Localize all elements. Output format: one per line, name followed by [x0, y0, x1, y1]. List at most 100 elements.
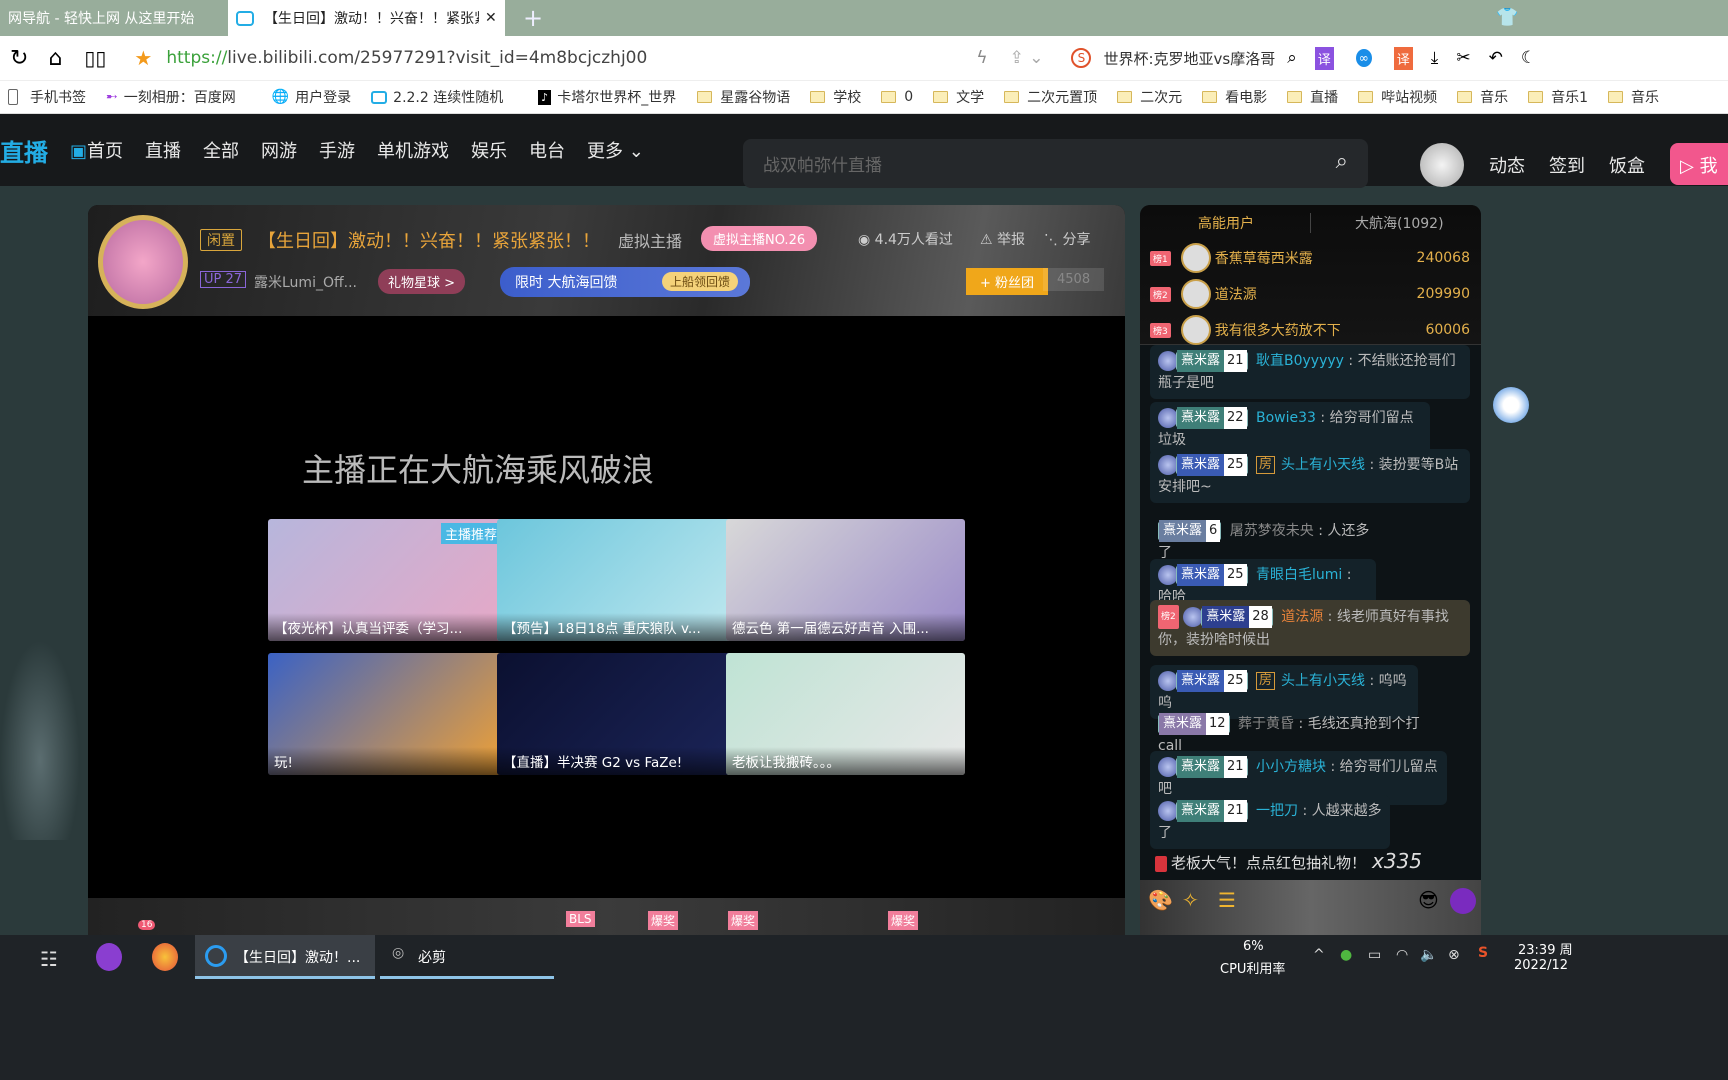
bookmark-folder[interactable]: 音乐 — [1457, 87, 1508, 107]
chat-username[interactable]: 屠苏梦夜未央 — [1230, 523, 1314, 539]
chat-username[interactable]: 头上有小天线 — [1281, 457, 1365, 473]
chat-message[interactable]: 熹米露 21 一把刀 : 人越来越多了 — [1150, 795, 1390, 849]
tab-hao-navigation[interactable]: 网导航 - 轻快上网 从这里开始 — [0, 0, 226, 36]
reload-icon[interactable]: ↻ — [10, 46, 28, 71]
palette-icon[interactable]: 🎨 — [1148, 888, 1173, 912]
streamer-avatar[interactable] — [98, 215, 188, 309]
bookmark-mobile[interactable]: 手机书签 — [8, 87, 86, 107]
nav-home[interactable]: ▣首页 — [70, 137, 123, 163]
chat-username[interactable]: 青眼白毛lumi — [1256, 567, 1342, 583]
emoji-icon[interactable]: 😎 — [1418, 888, 1439, 912]
bookmark-item[interactable]: ♪ 卡塔尔世界杯_世界 — [538, 87, 677, 107]
recommend-card[interactable]: 【预告】18日18点 重庆狼队 v... — [497, 519, 736, 641]
chat-message[interactable]: 熹米露 21 耿直B0yyyyy : 不结账还抢哥们瓶子是吧 — [1150, 345, 1470, 399]
battery-icon[interactable]: ▭ — [1368, 947, 1381, 963]
chat-username[interactable]: 耿直B0yyyyy — [1256, 353, 1344, 369]
tab-guard[interactable]: 大航海(1092) — [1355, 213, 1444, 233]
nav-online-games[interactable]: 网游 — [261, 137, 297, 163]
recommend-card[interactable]: 主播推荐 【夜光杯】认真当评委（学习... — [268, 519, 507, 641]
streamer-name[interactable]: 露米Lumi_Off... — [254, 272, 357, 292]
nav-lunchbox[interactable]: 饭盒 — [1609, 152, 1645, 178]
infinity-icon[interactable]: ∞ — [1355, 49, 1372, 67]
top-user-row[interactable]: 榜1 香蕉草莓西米露 240068 — [1150, 243, 1470, 273]
report-button[interactable]: ⚠ 举报 — [980, 229, 1025, 249]
bookmark-folder[interactable]: 学校 — [810, 87, 861, 107]
lightning-icon[interactable]: ϟ — [976, 48, 987, 68]
taskbar-bijian-app[interactable]: ◎ 必剪 — [380, 935, 554, 979]
nav-checkin[interactable]: 签到 — [1549, 152, 1585, 178]
gift-planet-button[interactable]: 礼物星球 > — [378, 269, 466, 294]
top-user-row[interactable]: 榜2 道法源 209990 — [1150, 279, 1470, 309]
chat-username[interactable]: 一把刀 — [1256, 803, 1298, 819]
share-icon[interactable]: ⇪ ⌄ — [1010, 48, 1044, 68]
recommend-card[interactable]: 德云色 第一届德云好声音 入围... — [726, 519, 965, 641]
reader-icon[interactable]: ▯▯ — [84, 46, 106, 70]
new-tab-button[interactable]: + — [515, 0, 551, 36]
bookmark-folder[interactable]: 文学 — [933, 87, 984, 107]
red-packet-banner[interactable]: 老板大气！点点红包抽礼物！ x335 — [1155, 849, 1422, 873]
sogou-icon[interactable]: S — [1478, 945, 1488, 961]
bookmark-item[interactable]: 2.2.2 连续性随机 — [371, 87, 518, 107]
chat-username[interactable]: Bowie33 — [1256, 410, 1316, 426]
bookmark-folder[interactable]: 音乐 — [1608, 87, 1659, 107]
chat-username[interactable]: 葬于黄昏 — [1238, 716, 1294, 732]
favorite-star-icon[interactable]: ★ — [134, 46, 152, 70]
nav-live[interactable]: 直播 — [145, 137, 181, 163]
recommend-card[interactable]: 玩! — [268, 653, 507, 775]
share-button[interactable]: ⋱ 分享 — [1044, 229, 1090, 249]
recommend-card[interactable]: 【直播】半决赛 G2 vs FaZe! — [497, 653, 736, 775]
bookmark-item[interactable]: ➸ 一刻相册：百度网 — [106, 87, 252, 107]
clock-date[interactable]: 2022/12 — [1514, 958, 1568, 973]
tab-high-energy[interactable]: 高能用户 — [1198, 213, 1254, 233]
home-icon[interactable]: ⌂ — [48, 46, 62, 71]
logo[interactable]: 直播 — [0, 133, 48, 168]
top-user-row[interactable]: 榜3 我有很多大药放不下 60006 — [1150, 315, 1470, 345]
wifi-icon[interactable]: ◠ — [1396, 947, 1408, 963]
nav-mobile-games[interactable]: 手游 — [319, 137, 355, 163]
chat-username[interactable]: 小小方糖块 — [1256, 759, 1326, 775]
fan-club-button[interactable]: + 粉丝团 — [966, 268, 1049, 295]
translate-2-icon[interactable]: 译 — [1393, 46, 1413, 70]
nav-radio[interactable]: 电台 — [529, 137, 565, 163]
nav-all[interactable]: 全部 — [203, 137, 239, 163]
search-icon[interactable]: ⌕ — [1336, 149, 1348, 174]
tab-bilibili-live[interactable]: 【生日回】激动！！兴奋！！紧张紧 ✕ — [228, 0, 505, 36]
undo-icon[interactable]: ↶ — [1489, 48, 1503, 68]
bookmark-item[interactable]: 🌐 用户登录 — [272, 87, 351, 107]
bookmark-folder[interactable]: 看电影 — [1202, 87, 1267, 107]
task-view-icon[interactable]: ☷ — [40, 947, 58, 971]
bookmark-folder[interactable]: 二次元 — [1117, 87, 1182, 107]
search-input[interactable]: 战双帕弥什直播 ⌕ — [743, 139, 1368, 188]
tray-app-icon[interactable]: ● — [1340, 947, 1352, 963]
tray-chevron-icon[interactable]: ^ — [1313, 947, 1325, 963]
volume-icon[interactable]: 🔈 — [1420, 947, 1437, 963]
clock-time[interactable]: 23:39 周 — [1518, 939, 1573, 958]
translate-icon[interactable]: 译 — [1314, 46, 1334, 70]
room-category[interactable]: 虚拟主播 — [618, 228, 682, 252]
nav-single-games[interactable]: 单机游戏 — [377, 137, 449, 163]
message-icon[interactable] — [1450, 888, 1476, 914]
night-mode-icon[interactable]: ☾ — [1521, 48, 1536, 68]
nav-more[interactable]: 更多 ⌄ — [587, 137, 644, 163]
scissors-icon[interactable]: ✂ — [1456, 48, 1470, 68]
chat-message[interactable]: 榜2 熹米露 28 道法源 : 线老师真好有事找你，装扮啥时候出 — [1150, 600, 1470, 656]
bookmark-folder[interactable]: 0 — [881, 89, 913, 105]
chat-username[interactable]: 道法源 — [1281, 609, 1323, 625]
start-live-button[interactable]: ▷ 我 — [1670, 143, 1728, 185]
nav-dynamics[interactable]: 动态 — [1489, 152, 1525, 178]
app-icon[interactable] — [96, 943, 122, 971]
skin-icon[interactable]: 👕 — [1496, 7, 1518, 28]
firefox-icon[interactable] — [152, 943, 178, 971]
chat-username[interactable]: 头上有小天线 — [1281, 673, 1365, 689]
banner-button[interactable]: 上船领回馈 — [661, 272, 738, 291]
bookmark-folder[interactable]: 音乐1 — [1528, 87, 1588, 107]
chat-message[interactable]: 熹米露 25 房头上有小天线 : 装扮要等B站安排吧~ — [1150, 449, 1470, 503]
mascot-widget[interactable] — [1493, 387, 1529, 423]
bookmark-folder[interactable]: 二次元置顶 — [1004, 87, 1097, 107]
search-suggestion[interactable]: 世界杯:克罗地亚vs摩洛哥 — [1103, 48, 1275, 69]
avatar[interactable] — [1420, 143, 1464, 187]
sogou-search-icon[interactable]: S — [1071, 48, 1092, 68]
close-circle-icon[interactable]: ⊗ — [1448, 947, 1460, 963]
close-tab-icon[interactable]: ✕ — [485, 10, 497, 26]
download-icon[interactable]: ⤓ — [1431, 48, 1439, 68]
